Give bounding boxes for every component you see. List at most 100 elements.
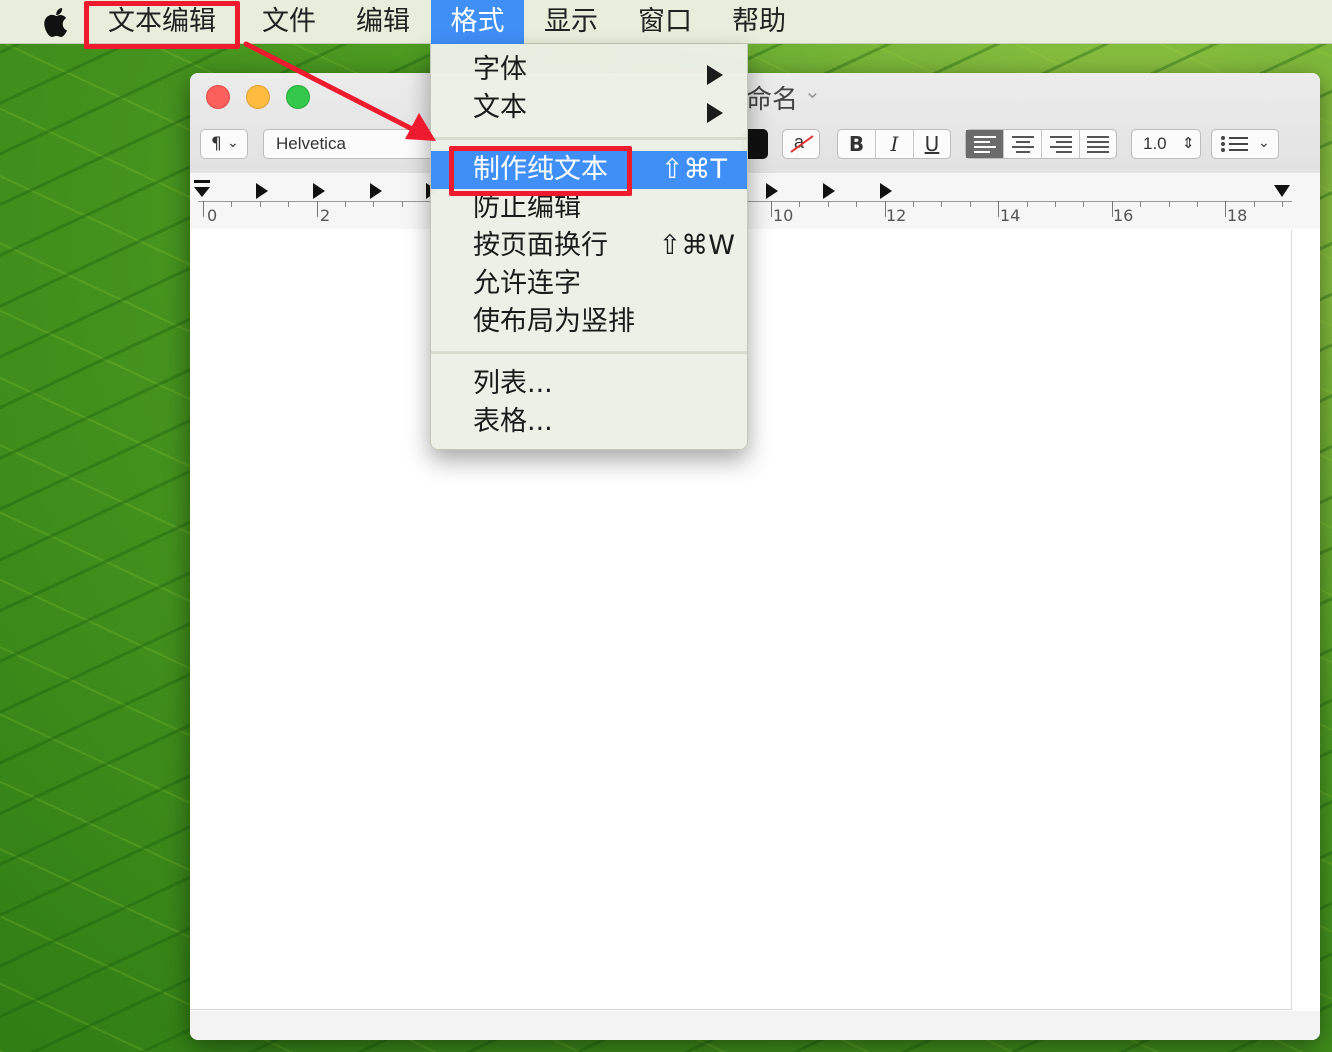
align-left-icon [974, 136, 996, 153]
align-right-icon [1050, 136, 1072, 153]
ruler-tick [799, 201, 801, 207]
tab-stop-icon[interactable] [370, 183, 382, 199]
highlight-color-button[interactable]: a [782, 129, 820, 159]
menu-item-label: 使布局为竖排 [473, 306, 635, 337]
align-center-icon [1012, 136, 1034, 153]
ruler-tick [827, 201, 829, 207]
menu-item-text[interactable]: 文本 [431, 89, 747, 127]
tab-stop-icon[interactable] [880, 183, 892, 199]
ruler[interactable]: 0 2 10 12 14 16 18 [190, 173, 1320, 229]
ruler-tick [771, 201, 772, 217]
menu-format[interactable]: 格式 [431, 0, 524, 44]
menu-item-shortcut: ⇧⌘W [658, 230, 735, 261]
list-bullets-popup[interactable]: ⌄ [1211, 129, 1279, 159]
first-line-indent-icon[interactable] [192, 179, 212, 201]
ruler-tick [259, 201, 261, 207]
align-center-button[interactable] [1004, 130, 1042, 158]
menu-item-label: 文本 [473, 92, 527, 123]
menu-item-vertical-layout[interactable]: 使布局为竖排 [431, 303, 747, 341]
document-title[interactable]: 命名 [746, 79, 798, 116]
ruler-label: 16 [1113, 206, 1134, 225]
underline-button[interactable]: U [914, 130, 950, 158]
tab-stop-icon[interactable] [766, 183, 778, 199]
submenu-arrow-icon [707, 103, 723, 123]
line-spacing-popup[interactable]: 1.0 ⇕ [1131, 129, 1201, 159]
align-right-button[interactable] [1042, 130, 1080, 158]
ruler-tick [373, 201, 375, 207]
italic-button[interactable]: I [876, 130, 914, 158]
close-button[interactable] [206, 85, 230, 109]
ruler-label: 14 [1000, 206, 1021, 225]
annotation-box-textedit [84, 1, 240, 49]
menu-item-wrap-to-page[interactable]: 按页面换行 ⇧⌘W [431, 227, 747, 265]
align-left-button[interactable] [966, 130, 1004, 158]
ruler-label: 18 [1227, 206, 1248, 225]
ruler-tick [288, 201, 290, 207]
justify-button[interactable] [1080, 130, 1116, 158]
menu-item-allow-hyphenation[interactable]: 允许连字 [431, 265, 747, 303]
ruler-label: 2 [320, 206, 331, 225]
ruler-tick [856, 201, 858, 207]
ruler-tick [941, 201, 943, 207]
menu-item-shortcut: ⇧⌘T [660, 154, 727, 185]
ruler-label: 12 [886, 206, 907, 225]
menu-file[interactable]: 文件 [246, 0, 332, 44]
font-style-control: B I U [837, 129, 951, 159]
menu-item-list[interactable]: 列表... [431, 365, 747, 403]
tab-stop-icon[interactable] [823, 183, 835, 199]
menu-separator [431, 351, 747, 354]
ruler-tick [203, 201, 204, 217]
tab-stop-icon[interactable] [256, 183, 268, 199]
ruler-tick [1168, 201, 1170, 207]
ruler-tick [969, 201, 971, 207]
font-family-popup[interactable]: Helvetica [263, 129, 443, 159]
ruler-label: 10 [773, 206, 794, 225]
window-bottom-bar [190, 1011, 1320, 1040]
line-spacing-label: 1.0 [1143, 134, 1167, 153]
ruler-tick [1140, 201, 1142, 207]
ruler-tick [1026, 201, 1028, 207]
ruler-tick [345, 201, 346, 207]
ruler-label: 0 [207, 206, 218, 225]
menu-item-label: 按页面换行 [473, 230, 608, 261]
menu-item-table[interactable]: 表格... [431, 403, 747, 441]
minimize-button[interactable] [246, 85, 270, 109]
menu-help[interactable]: 帮助 [716, 0, 802, 44]
menu-window[interactable]: 窗口 [622, 0, 708, 44]
ruler-tick [401, 201, 403, 207]
window-titlebar: 命名 ⌄ ¶ ⌄ Helvetica a B I U 1.0 ⇕ ⌄ 0 2 1… [190, 73, 1320, 229]
bold-button[interactable]: B [838, 130, 876, 158]
ruler-tick [1253, 201, 1255, 207]
font-family-label: Helvetica [276, 134, 346, 153]
chevron-down-icon[interactable]: ⌄ [804, 79, 821, 103]
menu-item-label: 列表... [473, 368, 553, 399]
ruler-tick [913, 201, 914, 207]
no-color-slash-icon [790, 135, 814, 153]
ruler-tick [316, 201, 318, 217]
tab-stop-icon[interactable] [313, 183, 325, 199]
zoom-button[interactable] [286, 85, 310, 109]
menu-view[interactable]: 显示 [528, 0, 614, 44]
menu-item-label: 字体 [473, 54, 527, 85]
align-justify-icon [1087, 136, 1109, 153]
menu-separator [431, 137, 747, 140]
paragraph-style-label: ¶ [211, 134, 222, 154]
ruler-tick [1055, 201, 1056, 207]
chevron-down-icon: ⌄ [1258, 135, 1270, 151]
right-margin-marker-icon[interactable] [1272, 183, 1292, 199]
list-bullets-icon [1221, 136, 1248, 152]
menu-edit[interactable]: 编辑 [340, 0, 426, 44]
ruler-tick [1282, 201, 1284, 207]
ruler-tick [231, 201, 233, 207]
alignment-control [965, 129, 1117, 159]
ruler-tick [1083, 201, 1085, 207]
menu-item-label: 表格... [473, 406, 553, 437]
menu-item-font[interactable]: 字体 [431, 51, 747, 89]
submenu-arrow-icon [707, 65, 723, 85]
chevron-down-icon: ⌄ [227, 135, 239, 151]
paragraph-style-popup[interactable]: ¶ ⌄ [200, 129, 248, 159]
ruler-tick [1197, 201, 1198, 207]
textedit-window: 命名 ⌄ ¶ ⌄ Helvetica a B I U 1.0 ⇕ ⌄ 0 2 1… [190, 73, 1320, 1040]
annotation-box-make-plain-text [449, 146, 632, 196]
apple-logo-icon[interactable] [40, 5, 72, 39]
